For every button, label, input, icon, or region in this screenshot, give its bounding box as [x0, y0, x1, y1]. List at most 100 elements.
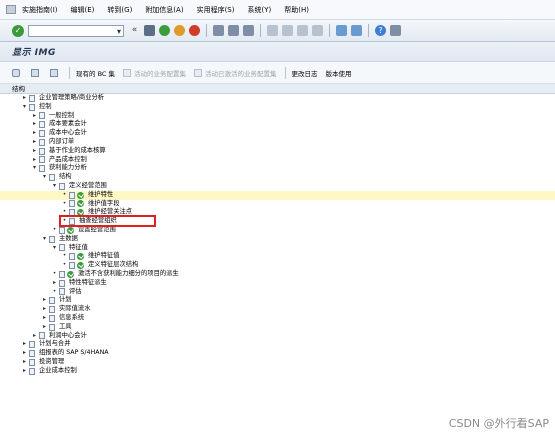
menu-extras[interactable]: 附加信息(A) — [145, 5, 183, 15]
print-icon[interactable] — [213, 25, 224, 36]
documentation-icon[interactable] — [39, 156, 45, 164]
tree-node-label[interactable]: 内部订单 — [49, 138, 74, 147]
tree-node-label[interactable]: 投资管理 — [39, 358, 64, 367]
leaf-bullet-icon[interactable]: • — [52, 270, 57, 279]
last-page-icon[interactable] — [312, 25, 323, 36]
leaf-bullet-icon[interactable]: • — [62, 261, 67, 270]
tree-node-label[interactable]: 结构 — [59, 173, 72, 182]
tree-node[interactable]: ▾ 控制 — [0, 103, 555, 112]
tree-node-label[interactable]: 抽查经营组织 — [79, 217, 117, 226]
new-session-icon[interactable] — [336, 25, 347, 36]
tree-node[interactable]: ▸ 信息系统 — [0, 314, 555, 323]
tree-node[interactable]: ▸ 企业成本控制 — [0, 367, 555, 376]
expand-icon[interactable]: ▸ — [22, 367, 27, 376]
expand-icon[interactable]: ▸ — [32, 332, 37, 341]
documentation-icon[interactable] — [39, 165, 45, 173]
expand-icon[interactable]: ▸ — [22, 94, 27, 103]
tree-node[interactable]: ▸ 特性特征派生 — [0, 279, 555, 288]
documentation-icon[interactable] — [29, 94, 35, 102]
next-page-icon[interactable] — [297, 25, 308, 36]
tree-node[interactable]: ▸ 利润中心会计 — [0, 332, 555, 341]
tree-node-label[interactable]: 维护经营关注点 — [88, 208, 132, 217]
tree-node-label[interactable]: 计划与合并 — [39, 340, 70, 349]
tree-node[interactable]: ▸ 计划 — [0, 296, 555, 305]
documentation-icon[interactable] — [39, 112, 45, 120]
menu-utilities[interactable]: 实用程序(S) — [197, 5, 235, 15]
documentation-icon[interactable] — [49, 314, 55, 322]
tree-node[interactable]: ▾ 特征值 — [0, 244, 555, 253]
change-log-button[interactable]: 更改日志 — [292, 68, 318, 78]
tree-node-label[interactable]: 激活不含获利能力细分的项目的派生 — [78, 270, 179, 279]
tree-node[interactable]: ▾ 结构 — [0, 173, 555, 182]
tree-node-label[interactable]: 实际值流水 — [59, 305, 90, 314]
documentation-icon[interactable] — [69, 253, 75, 261]
expand-icon[interactable]: ▸ — [52, 279, 57, 288]
collapse-icon[interactable]: ▾ — [32, 164, 37, 173]
documentation-icon[interactable] — [59, 182, 65, 190]
documentation-icon[interactable] — [59, 288, 65, 296]
activity-bc-button[interactable]: 活动的业务配置集 — [123, 68, 186, 78]
tree-node[interactable]: • 评估 — [0, 288, 555, 297]
tree-node-label[interactable]: 基于作业的成本核算 — [49, 147, 106, 156]
tree-node[interactable]: • 激活不含获利能力细分的项目的派生 — [0, 270, 555, 279]
documentation-icon[interactable] — [39, 121, 45, 129]
tree-node-label[interactable]: 企业成本控制 — [39, 367, 77, 376]
back-icon[interactable] — [159, 25, 170, 36]
enter-icon[interactable]: ✓ — [12, 24, 24, 37]
tree-node-label[interactable]: 主数据 — [59, 235, 78, 244]
execute-icon[interactable] — [77, 200, 84, 208]
documentation-icon[interactable] — [49, 323, 55, 331]
exit-icon[interactable] — [174, 25, 185, 36]
tree-node[interactable]: • 维护特性 — [0, 190, 555, 200]
menu-help[interactable]: 帮助(H) — [284, 5, 309, 15]
tree-node[interactable]: • 维护经营关注点 — [0, 208, 555, 217]
tree-node-label[interactable]: 定义特征层次结构 — [88, 261, 138, 270]
documentation-icon[interactable] — [49, 306, 55, 314]
collapse-icon[interactable]: ▾ — [52, 182, 57, 191]
expand-icon[interactable]: ▸ — [22, 340, 27, 349]
tree-node-label[interactable]: 工具 — [59, 323, 72, 332]
shortcut-icon[interactable] — [351, 25, 362, 36]
documentation-icon[interactable] — [69, 209, 75, 217]
documentation-icon[interactable] — [39, 332, 45, 340]
tree-node-label[interactable]: 获利能力分析 — [49, 164, 87, 173]
expand-icon[interactable]: ▸ — [42, 305, 47, 314]
save-icon[interactable] — [144, 25, 155, 36]
tree-node[interactable]: • 维护值字段 — [0, 200, 555, 209]
tree-node[interactable]: ▸ 组报表的 SAP S/4HANA — [0, 349, 555, 358]
tree-node[interactable]: ▸ 工具 — [0, 323, 555, 332]
command-field[interactable] — [28, 24, 124, 37]
menu-edit[interactable]: 编辑(E) — [71, 5, 95, 15]
documentation-icon[interactable] — [69, 200, 75, 208]
menu-guide[interactable]: 实施指南(I) — [22, 5, 58, 15]
expand-icon[interactable]: ▸ — [32, 156, 37, 165]
tree-node[interactable]: ▸ 成本中心会计 — [0, 129, 555, 138]
tree-node-label[interactable]: 计划 — [59, 296, 72, 305]
tree-node[interactable]: • 定义特征层次结构 — [0, 261, 555, 270]
first-page-icon[interactable] — [267, 25, 278, 36]
find-next-icon[interactable] — [243, 25, 254, 36]
documentation-icon[interactable] — [49, 174, 55, 182]
documentation-icon[interactable] — [29, 103, 35, 111]
execute-icon[interactable] — [77, 191, 84, 199]
documentation-icon[interactable] — [29, 350, 35, 357]
expand-icon[interactable]: ▸ — [22, 358, 27, 367]
release-notes-button[interactable]: 版本使用 — [326, 68, 352, 78]
documentation-icon[interactable] — [39, 138, 45, 146]
tree-node[interactable]: ▾ 主数据 — [0, 235, 555, 244]
tree-node[interactable]: ▾ 获利能力分析 — [0, 164, 555, 173]
documentation-icon[interactable] — [29, 367, 35, 375]
documentation-icon[interactable] — [69, 191, 75, 199]
find-icon[interactable] — [228, 25, 239, 36]
collapse-icon[interactable]: ▾ — [22, 103, 27, 112]
documentation-icon[interactable] — [29, 358, 35, 366]
execute-icon[interactable] — [77, 209, 84, 217]
execute-icon[interactable] — [77, 253, 84, 261]
documentation-icon[interactable] — [59, 279, 65, 287]
tree-node[interactable]: ▸ 成本要素会计 — [0, 120, 555, 129]
expand-icon[interactable]: ▸ — [42, 323, 47, 332]
leaf-bullet-icon[interactable]: • — [62, 191, 67, 200]
documentation-icon[interactable] — [59, 270, 65, 278]
expand-icon[interactable]: ▸ — [22, 349, 27, 358]
cancel-icon[interactable] — [189, 25, 200, 36]
